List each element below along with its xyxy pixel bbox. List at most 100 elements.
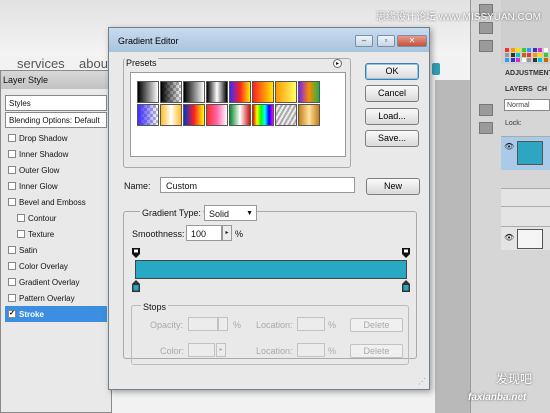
color-swatch[interactable] [543,48,548,52]
preset-swatch[interactable] [137,104,159,126]
styles-panel-icon[interactable] [479,40,493,52]
layer-style-item[interactable]: Inner Shadow [5,146,107,162]
preset-swatch[interactable] [206,81,228,103]
tab-channels[interactable]: CH [537,86,547,98]
preset-swatch[interactable] [137,81,159,103]
color-swatch[interactable] [543,53,548,57]
opacity-stop-left-icon[interactable] [132,248,140,258]
opacity-location-input[interactable] [297,317,325,331]
color-delete-button[interactable]: Delete [350,344,403,358]
checkbox-icon[interactable] [8,150,16,158]
layer-style-item[interactable]: Bevel and Emboss [5,194,107,210]
preset-swatch[interactable] [183,81,205,103]
preset-swatch[interactable] [252,104,274,126]
checkbox-icon[interactable] [8,134,16,142]
checkbox-icon[interactable] [8,182,16,190]
blend-mode-select[interactable]: Normal [504,99,550,111]
preset-swatch[interactable] [298,81,320,103]
preset-swatch[interactable] [229,104,251,126]
opacity-stop-right-icon[interactable] [402,248,410,258]
color-swatch[interactable] [510,53,515,57]
resize-grip-icon[interactable]: ⋰ [418,377,426,386]
gradient-bar[interactable] [135,260,407,279]
color-stop-left-icon[interactable] [132,280,140,292]
color-swatch[interactable] [543,58,548,62]
layer-style-item[interactable]: Drop Shadow [5,130,107,146]
eye-icon[interactable]: 👁 [504,143,514,151]
minimize-button[interactable]: – [355,35,373,47]
presets-menu-arrow-icon[interactable]: ▸ [333,59,342,68]
checkbox-icon[interactable] [8,262,16,270]
color-swatch[interactable] [532,53,537,57]
preset-swatch[interactable] [160,104,182,126]
tab-adjustments[interactable]: ADJUSTMENT [505,70,550,82]
close-button[interactable]: ✕ [397,35,427,47]
color-location-input[interactable] [297,343,325,357]
color-swatch[interactable] [505,58,509,62]
eye-icon-background[interactable]: 👁 [504,234,514,242]
cancel-button[interactable]: Cancel [365,85,419,102]
nav-services[interactable]: services [17,56,65,71]
checkbox-icon[interactable] [17,214,25,222]
checkbox-icon[interactable] [8,198,16,206]
maximize-button[interactable]: ▫ [377,35,395,47]
opacity-delete-button[interactable]: Delete [350,318,403,332]
color-stop-right-icon[interactable] [402,280,410,292]
color-swatch[interactable] [521,58,526,62]
layers-panel-icon[interactable] [479,104,493,116]
layer-style-item[interactable]: Outer Glow [5,162,107,178]
checkbox-icon[interactable] [8,294,16,302]
color-swatch[interactable] [532,58,537,62]
opacity-input[interactable] [188,317,218,331]
color-swatch[interactable] [521,53,526,57]
checkbox-icon[interactable] [17,230,25,238]
layer-style-item[interactable]: Contour [5,210,107,226]
history-panel-icon[interactable] [479,122,493,134]
color-swatch[interactable] [505,48,509,52]
swatches-panel-icon[interactable] [479,22,493,34]
checkbox-checked-icon[interactable]: ✓ [8,310,16,318]
checkbox-icon[interactable] [8,166,16,174]
preset-swatch[interactable] [183,104,205,126]
color-swatch[interactable] [538,58,542,62]
preset-swatch[interactable] [229,81,251,103]
preset-swatch[interactable] [252,81,274,103]
layer-style-item[interactable]: Inner Glow [5,178,107,194]
checkbox-icon[interactable] [8,246,16,254]
nav-about[interactable]: about [79,56,112,71]
preset-swatch[interactable] [275,104,297,126]
checkbox-icon[interactable] [8,278,16,286]
opacity-arrow-icon[interactable] [218,317,228,331]
smoothness-arrow-icon[interactable]: ▸ [222,225,232,241]
color-swatch[interactable] [521,48,526,52]
color-swatch[interactable] [510,48,515,52]
layer-style-item[interactable]: Texture [5,226,107,242]
layer-style-item[interactable]: Gradient Overlay [5,274,107,290]
layer-style-item[interactable]: Satin [5,242,107,258]
preset-swatch[interactable] [160,81,182,103]
color-swatch[interactable] [505,53,509,57]
color-swatch[interactable] [516,53,520,57]
color-swatch[interactable] [527,53,531,57]
tab-layers[interactable]: LAYERS [505,86,533,98]
preset-swatch[interactable] [275,81,297,103]
layer-style-item[interactable]: ✓ Stroke [5,306,107,322]
color-swatch[interactable] [527,58,531,62]
name-input[interactable]: Custom [160,177,355,193]
color-swatch[interactable] [516,58,520,62]
layer-style-item[interactable]: Pattern Overlay [5,290,107,306]
save-button[interactable]: Save... [365,130,419,147]
ok-button[interactable]: OK [365,63,419,80]
load-button[interactable]: Load... [365,108,419,125]
color-arrow-icon[interactable]: ▸ [216,343,226,357]
color-swatch[interactable] [527,48,531,52]
layer-style-item[interactable]: Styles [5,95,107,111]
color-swatch-field[interactable] [188,343,215,357]
layer-style-item[interactable]: Color Overlay [5,258,107,274]
new-button[interactable]: New [366,178,420,195]
gradient-type-select[interactable]: Solid ▼ [204,205,257,221]
preset-swatch[interactable] [206,104,228,126]
smoothness-input[interactable]: 100 [186,225,222,241]
color-swatch[interactable] [510,58,515,62]
layer-style-item[interactable]: Blending Options: Default [5,112,107,128]
